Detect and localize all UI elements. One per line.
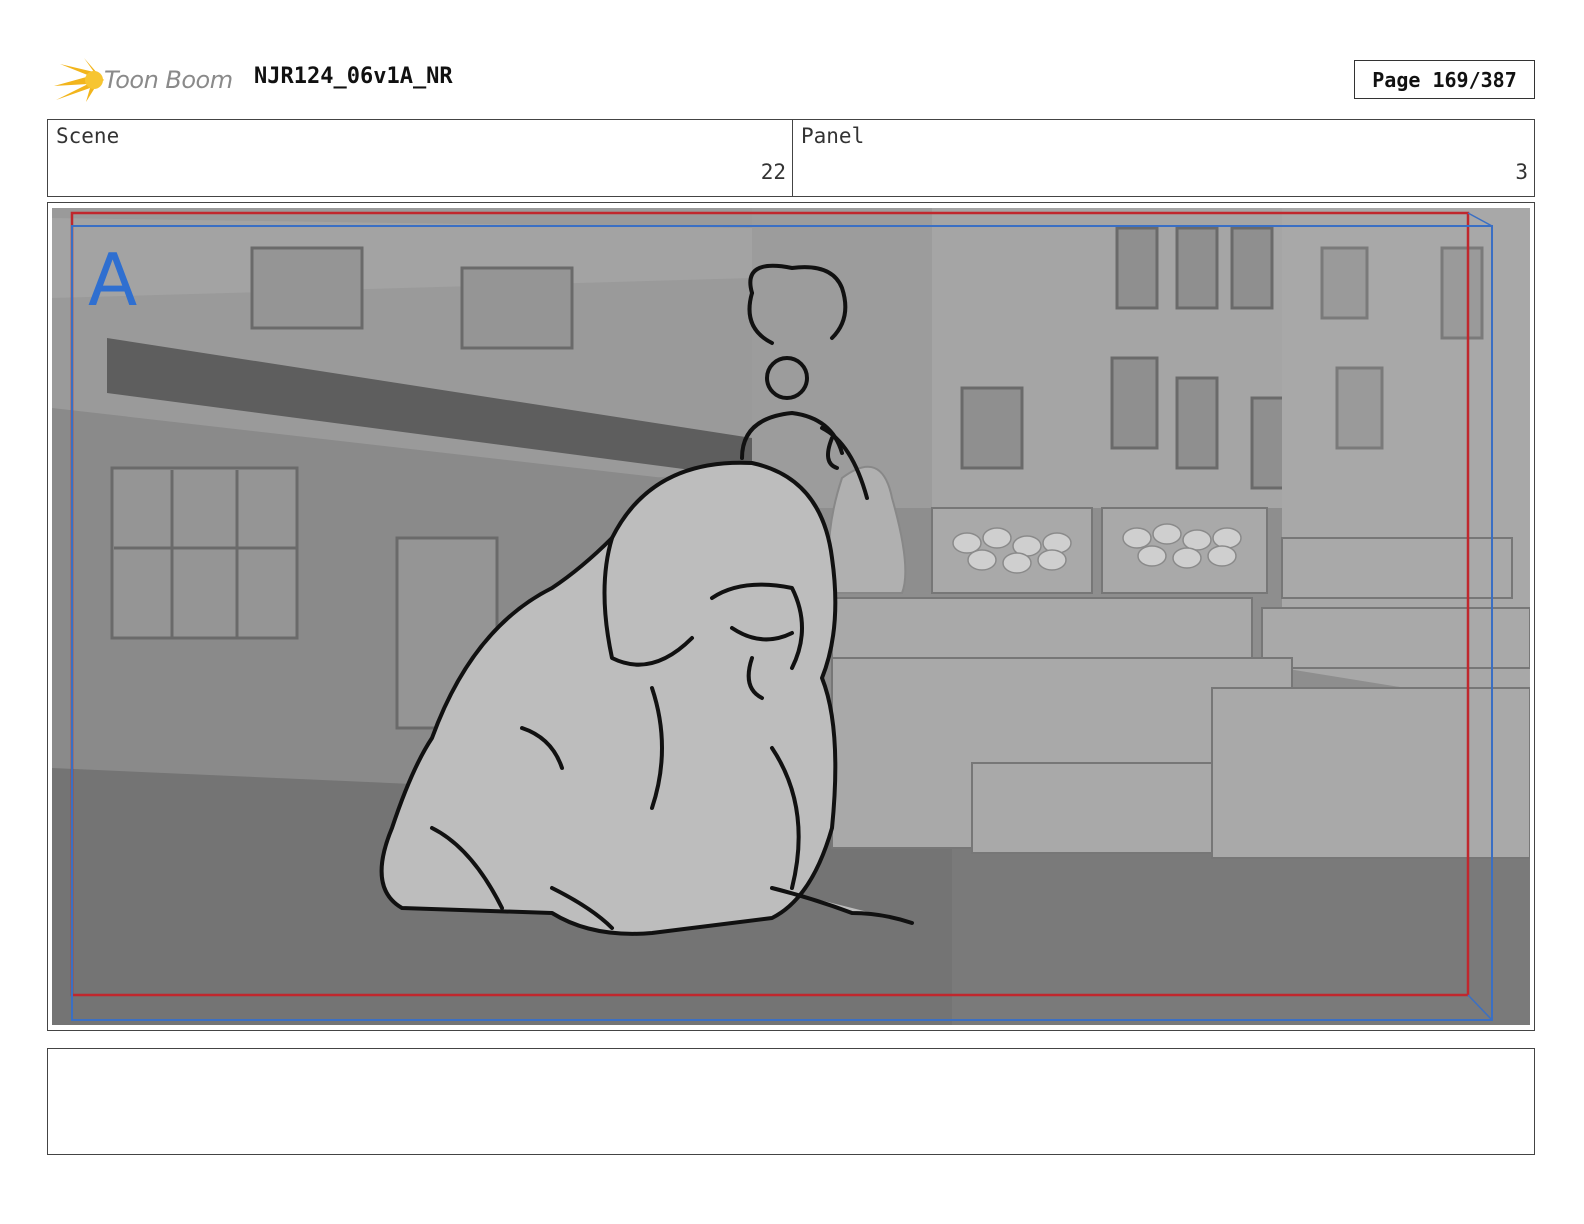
scene-cell: Scene 22 [48,120,793,196]
page-indicator: Page 169/387 [1354,60,1535,99]
storyboard-frame: A [47,202,1535,1031]
project-title: NJR124_06v1A_NR [254,64,453,89]
panel-artwork: A [52,208,1530,1025]
scene-label: Scene [56,124,120,148]
panel-cell: Panel 3 [793,120,1534,196]
scene-number: 22 [760,160,786,184]
scene-panel-row: Scene 22 Panel 3 [47,119,1535,197]
logo-wordmark: Toon Boom [104,66,233,94]
market-scene-illustration [52,208,1530,1025]
layer-marker: A [88,238,138,322]
notes-box [47,1048,1535,1155]
panel-number: 3 [1515,160,1528,184]
toon-boom-logo: Toon Boom [50,56,240,106]
star-burst-icon [54,58,104,102]
panel-label: Panel [801,124,865,148]
